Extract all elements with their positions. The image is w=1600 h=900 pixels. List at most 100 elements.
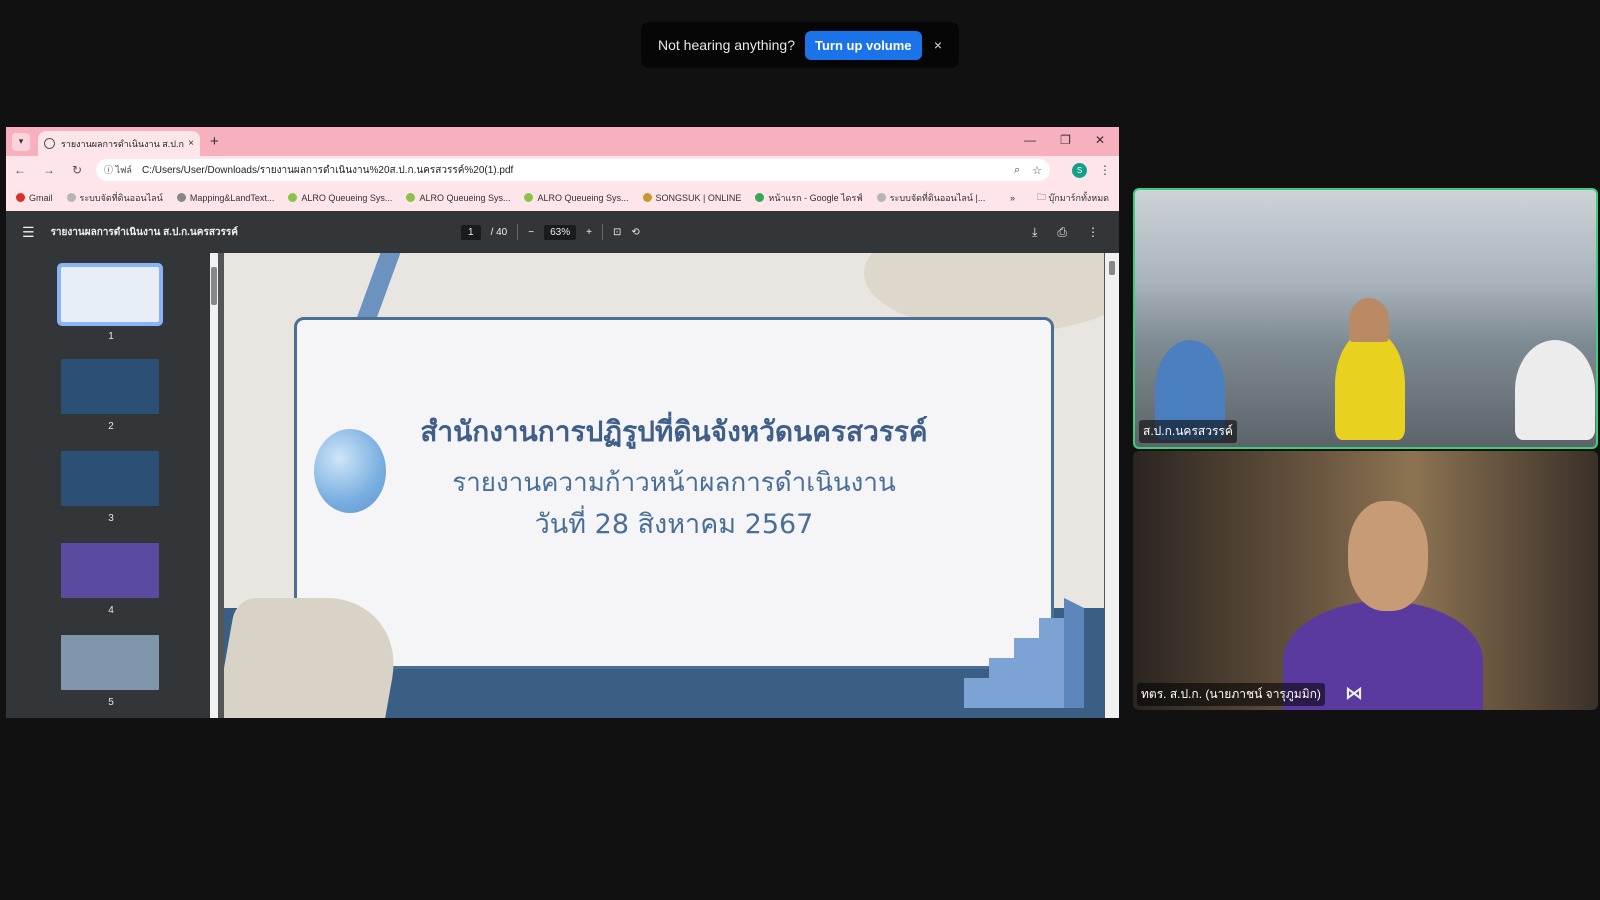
- url-text[interactable]: C:/Users/User/Downloads/รายงานผลการดำเนิ…: [142, 163, 1002, 178]
- all-bookmarks-label: บุ๊กมาร์กทั้งหมด: [1048, 192, 1109, 203]
- bookmark-favicon-icon: [288, 193, 298, 202]
- thumbnail-label: 2: [108, 421, 114, 432]
- nav-buttons: ← → ↻: [14, 163, 92, 177]
- site-info-label: ไฟล์: [115, 165, 132, 175]
- thumbnail-label: 5: [108, 697, 114, 708]
- bookmark-label: SONGSUK | ONLINE: [655, 192, 742, 203]
- thumbnail-page-2[interactable]: [61, 359, 159, 414]
- reload-icon[interactable]: ↻: [72, 163, 82, 177]
- forward-icon[interactable]: →: [43, 163, 55, 177]
- bookmark-item[interactable]: ALRO Queueing Sys...: [288, 193, 392, 203]
- print-icon[interactable]: ⎙: [1057, 225, 1067, 240]
- divider: [517, 224, 519, 240]
- restore-icon[interactable]: ❐: [1060, 133, 1071, 147]
- bookmarks-bar: Gmail ระบบจัดที่ดินออนไลน์ Mapping&LandTex…: [6, 184, 1119, 211]
- pdf-page-controls: 1 / 40 − 63% + ⊡ ⟲: [461, 211, 640, 253]
- participant-figure: [1515, 340, 1595, 440]
- turn-up-volume-button[interactable]: Turn up volume: [805, 30, 922, 60]
- zoom-out-icon[interactable]: −: [528, 227, 534, 238]
- slide-date: วันที่ 28 สิงหาคม 2567: [534, 509, 814, 540]
- zoom-in-icon[interactable]: +: [586, 227, 592, 238]
- bookmark-label: ALRO Queueing Sys...: [419, 192, 511, 203]
- tab-pdf[interactable]: รายงานผลการดำเนินงาน ส.ป.ก.นครสวรรค์ ×: [38, 131, 200, 156]
- bookmark-favicon-icon: [66, 193, 76, 202]
- slide-heading: สำนักงานการปฏิรูปที่ดินจังหวัดนครสวรรค์: [420, 415, 928, 448]
- download-icon[interactable]: ⤓: [1032, 225, 1037, 240]
- thumbnail-label: 4: [108, 605, 114, 616]
- slide-page: สำนักงานการปฏิรูปที่ดินจังหวัดนครสวรรค์ …: [224, 253, 1104, 718]
- hamburger-menu-icon[interactable]: ☰: [22, 224, 35, 241]
- toast-message: Not hearing anything?: [658, 37, 795, 53]
- rotate-icon[interactable]: ⟲: [631, 227, 639, 238]
- thumbnail-label: 3: [108, 513, 114, 524]
- pdf-toolbar: ☰ รายงานผลการดำเนินงาน ส.ป.ก.นครสวรรค์ 1…: [6, 211, 1119, 253]
- more-options-icon[interactable]: ⋮: [1087, 225, 1099, 239]
- slide-subtitle: รายงานความก้าวหน้าผลการดำเนินงาน: [452, 468, 896, 498]
- bookmarks-overflow-icon[interactable]: »: [1010, 193, 1015, 203]
- participant-name: ทตร. ส.ป.ก. (นายภาชน์ จารุภูมมิก): [1137, 683, 1325, 706]
- bookmark-item[interactable]: Mapping&LandText...: [176, 192, 275, 203]
- bookmark-favicon-icon: [876, 193, 886, 202]
- site-info[interactable]: ⓘ ไฟล์: [104, 163, 132, 177]
- video-tile-speaker[interactable]: ทตร. ส.ป.ก. (นายภาชน์ จารุภูมมิก) ⋈: [1133, 451, 1598, 710]
- thumbnail-page-1[interactable]: [57, 263, 163, 326]
- tab-search-icon[interactable]: ▾: [12, 132, 30, 151]
- divider: [601, 224, 603, 240]
- thumbnail-page-5[interactable]: [61, 635, 159, 690]
- bookmark-item[interactable]: ALRO Queueing Sys...: [524, 192, 629, 203]
- bookmark-label: หน้าแรก - Google ไดรฟ์: [768, 192, 863, 203]
- balloon-illustration: [314, 429, 386, 513]
- sidebar-scrollbar[interactable]: [210, 253, 218, 718]
- bookmark-favicon-icon: [755, 193, 765, 202]
- pdf-main: สำนักงานการปฏิรูปที่ดินจังหวัดนครสวรรค์ …: [218, 253, 1105, 718]
- main-scrollbar[interactable]: [1105, 253, 1119, 718]
- zoom-icon[interactable]: ⌕: [1014, 164, 1020, 177]
- meeting-stage: Not hearing anything? Turn up volume × ▾…: [0, 0, 1600, 900]
- bookmark-label: ระบบจัดที่ดินออนไลน์: [79, 192, 163, 203]
- back-icon[interactable]: ←: [14, 163, 26, 177]
- pdf-actions: ⤓ ⎙ ⋮: [1032, 211, 1099, 253]
- bookmarks-right: » 🗀 บุ๊กมาร์กทั้งหมด: [1010, 184, 1109, 211]
- thumbnail-page-4[interactable]: [61, 543, 159, 598]
- bookmark-favicon-icon: [16, 193, 25, 202]
- thumbnail-sidebar: 1 2 3 4 5: [6, 253, 218, 718]
- bookmark-label: Mapping&LandText...: [189, 192, 275, 203]
- omnibox[interactable]: ⓘ ไฟล์ C:/Users/User/Downloads/รายงานผลก…: [96, 159, 1050, 181]
- page-number-input[interactable]: 1: [461, 224, 481, 240]
- browser-window: ▾ รายงานผลการดำเนินงาน ส.ป.ก.นครสวรรค์ ×…: [6, 127, 1119, 718]
- tab-title: รายงานผลการดำเนินงาน ส.ป.ก.นครสวรรค์: [61, 138, 184, 149]
- bookmark-label: ALRO Queueing Sys...: [301, 192, 393, 203]
- bookmark-item[interactable]: SONGSUK | ONLINE: [642, 192, 742, 203]
- bookmark-label: ALRO Queueing Sys...: [537, 192, 629, 203]
- bookmark-item[interactable]: Gmail: [16, 193, 53, 203]
- new-tab-icon[interactable]: +: [210, 133, 219, 150]
- window-close-icon[interactable]: ✕: [1095, 133, 1105, 147]
- window-controls: — ❐ ✕: [1024, 133, 1105, 147]
- browser-menu-icon[interactable]: ⋮: [1099, 163, 1111, 177]
- bookmark-item[interactable]: ระบบจัดที่ดินออนไลน์ |...: [876, 191, 985, 205]
- scrollbar-thumb[interactable]: [211, 267, 217, 305]
- slide-card: สำนักงานการปฏิรูปที่ดินจังหวัดนครสวรรค์ …: [294, 317, 1054, 669]
- bookmark-item[interactable]: ระบบจัดที่ดินออนไลน์: [66, 191, 163, 205]
- close-icon[interactable]: ×: [929, 37, 947, 53]
- all-bookmarks-folder[interactable]: 🗀 บุ๊กมาร์กทั้งหมด: [1037, 190, 1109, 206]
- participant-figure: [1349, 298, 1389, 342]
- video-tile-room[interactable]: ส.ป.ก.นครสวรรค์: [1133, 188, 1598, 449]
- page-total: / 40: [490, 226, 508, 238]
- zoom-input[interactable]: 63%: [544, 224, 577, 240]
- bookmark-star-icon[interactable]: ☆: [1032, 164, 1042, 177]
- minimize-icon[interactable]: —: [1024, 133, 1036, 147]
- org-logo-icon: ⋈: [1345, 683, 1363, 703]
- bookmark-item[interactable]: หน้าแรก - Google ไดรฟ์: [755, 191, 863, 205]
- scrollbar-thumb[interactable]: [1109, 261, 1115, 275]
- tab-bar: ▾ รายงานผลการดำเนินงาน ส.ป.ก.นครสวรรค์ ×…: [6, 127, 1119, 156]
- fit-page-icon[interactable]: ⊡: [613, 227, 621, 238]
- thumbnail-page-3[interactable]: [61, 451, 159, 506]
- pdf-title: รายงานผลการดำเนินงาน ส.ป.ก.นครสวรรค์: [50, 226, 238, 238]
- participant-figure: [1348, 501, 1428, 611]
- bookmark-item[interactable]: ALRO Queueing Sys...: [406, 193, 510, 203]
- profile-avatar[interactable]: S: [1072, 162, 1087, 178]
- audio-toast: Not hearing anything? Turn up volume ×: [641, 22, 959, 68]
- bookmark-label: Gmail: [29, 192, 53, 203]
- tab-close-icon[interactable]: ×: [188, 138, 194, 149]
